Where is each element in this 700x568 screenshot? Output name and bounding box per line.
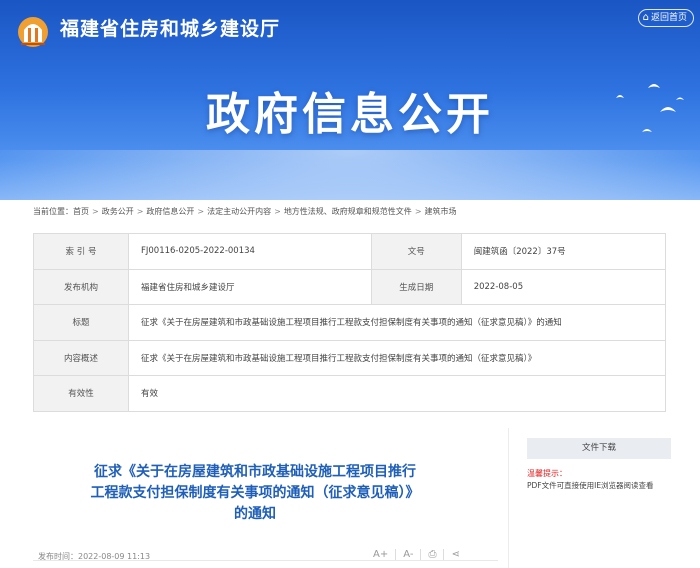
banner-title: 政府信息公开 bbox=[206, 89, 494, 140]
issuer-label: 发布机构 bbox=[33, 268, 129, 305]
date-label: 生成日期 bbox=[370, 268, 462, 305]
doves-decoration-icon bbox=[616, 84, 684, 132]
breadcrumb-item[interactable]: 法定主动公开内容 bbox=[207, 206, 271, 217]
breadcrumb-separator: > bbox=[274, 207, 281, 216]
header-banner: 福建省住房和城乡建设厅 ⌂ 返回首页 政府信息公开 bbox=[0, 0, 700, 200]
tip-title: 温馨提示： bbox=[527, 469, 567, 478]
breadcrumb-separator: > bbox=[197, 207, 205, 216]
site-name[interactable]: 福建省住房和城乡建设厅 bbox=[60, 14, 280, 41]
breadcrumb-separator: > bbox=[136, 207, 144, 216]
breadcrumb-item[interactable]: 政务公开 bbox=[102, 206, 134, 217]
issuer-value: 福建省住房和城乡建设厅 bbox=[128, 268, 372, 305]
breadcrumb-separator: > bbox=[92, 207, 99, 216]
divider bbox=[33, 560, 498, 561]
index-value: FJ00116-0205-2022-00134 bbox=[128, 233, 372, 270]
back-home-button[interactable]: ⌂ 返回首页 bbox=[637, 9, 694, 27]
validity-value: 有效 bbox=[128, 375, 666, 412]
document-info-table: 索 引 号 FJ00116-0205-2022-00134 文号 闽建筑函〔20… bbox=[33, 233, 667, 412]
table-row: 标题 征求《关于在房屋建筑和市政基础设施工程项目推行工程款支付担保制度有关事项的… bbox=[33, 304, 666, 341]
title-label: 标题 bbox=[33, 304, 129, 341]
title-value: 征求《关于在房屋建筑和市政基础设施工程项目推行工程款支付担保制度有关事项的通知（… bbox=[128, 304, 666, 341]
summary-value: 征求《关于在房屋建筑和市政基础设施工程项目推行工程款支付担保制度有关事项的通知（… bbox=[128, 339, 666, 376]
article-title: 征求《关于在房屋建筑和市政基础设施工程项目推行工程款支付担保制度有关事项的通知（… bbox=[90, 464, 420, 522]
summary-label: 内容概述 bbox=[33, 339, 129, 376]
docno-value: 闽建筑函〔2022〕37号 bbox=[460, 233, 667, 270]
table-row: 索 引 号 FJ00116-0205-2022-00134 文号 闽建筑函〔20… bbox=[33, 233, 667, 270]
table-row: 有效性 有效 bbox=[33, 375, 666, 412]
back-home-label: 返回首页 bbox=[650, 13, 687, 23]
breadcrumb-item[interactable]: 当前位置：首页 bbox=[33, 206, 89, 217]
table-row: 内容概述 征求《关于在房屋建筑和市政基础设施工程项目推行工程款支付担保制度有关事… bbox=[33, 339, 666, 376]
breadcrumb-item[interactable]: 建筑市场 bbox=[425, 206, 457, 217]
breadcrumb-item[interactable]: 地方性法规、政府规章和规范性文件 bbox=[284, 206, 412, 217]
home-icon: ⌂ bbox=[642, 12, 649, 23]
sidebar-divider bbox=[508, 428, 509, 568]
file-download-header[interactable]: 文件下载 bbox=[527, 438, 671, 459]
breadcrumb-separator: > bbox=[414, 207, 422, 216]
index-label: 索 引 号 bbox=[33, 233, 129, 270]
tip-text: PDF文件可直接使用IE浏览器阅读查看 bbox=[527, 481, 654, 490]
breadcrumb-item[interactable]: 政府信息公开 bbox=[146, 206, 194, 217]
emblem-logo-icon[interactable] bbox=[14, 10, 52, 48]
docno-label: 文号 bbox=[370, 233, 462, 270]
validity-label: 有效性 bbox=[33, 375, 129, 412]
table-row: 发布机构 福建省住房和城乡建设厅 生成日期 2022-08-05 bbox=[33, 268, 667, 305]
breadcrumb: 当前位置：首页 > 政务公开 > 政府信息公开 > 法定主动公开内容 > 地方性… bbox=[33, 206, 457, 217]
date-value: 2022-08-05 bbox=[460, 268, 667, 305]
